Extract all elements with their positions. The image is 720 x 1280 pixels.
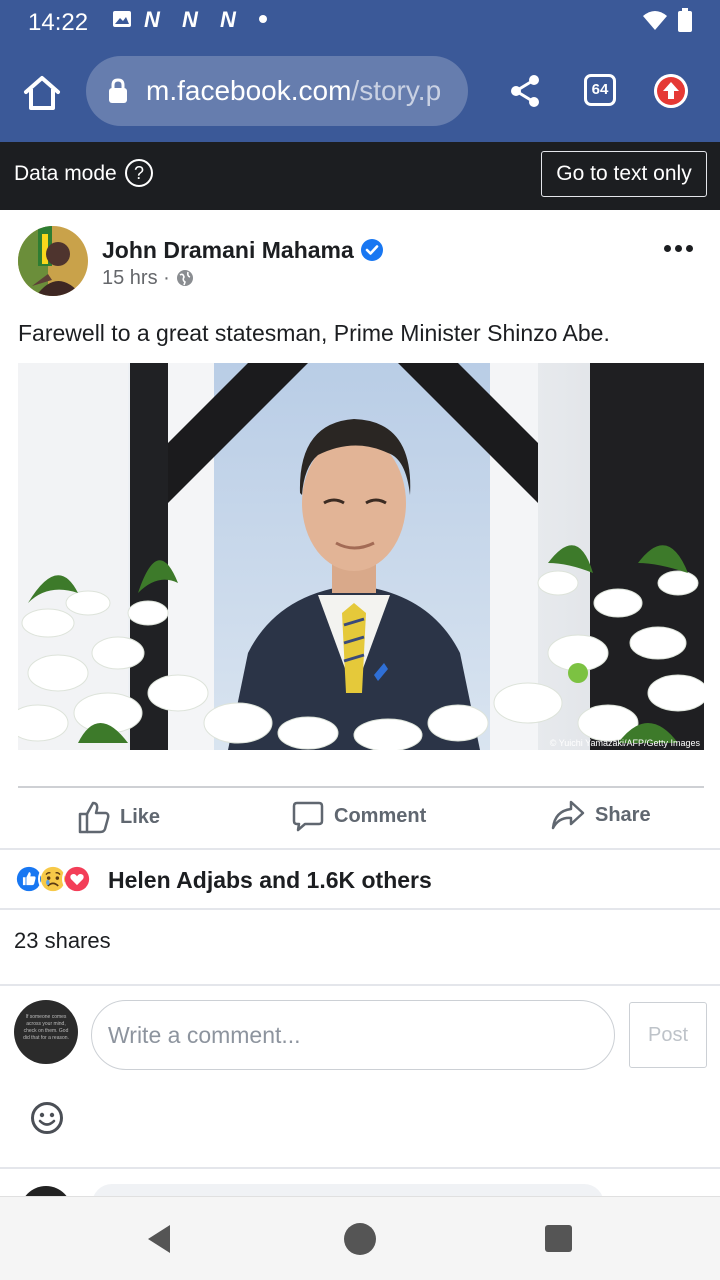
shares-count[interactable]: 23 shares bbox=[14, 928, 111, 954]
love-reaction-icon bbox=[62, 864, 92, 894]
current-user-avatar: If someone comes across your mind, check… bbox=[14, 1000, 78, 1064]
globe-icon bbox=[177, 270, 193, 286]
tab-switcher-button[interactable]: 64 bbox=[584, 74, 616, 106]
divider bbox=[0, 908, 720, 910]
share-post-button[interactable]: Share bbox=[551, 800, 651, 830]
n-icon: N bbox=[182, 8, 199, 30]
status-time: 14:22 bbox=[28, 9, 89, 36]
url-text: m.facebook.com/story.p bbox=[146, 75, 441, 107]
dot-icon bbox=[259, 15, 267, 23]
url-path: /story.p bbox=[351, 75, 442, 106]
url-bar[interactable]: m.facebook.com/story.p bbox=[86, 56, 468, 126]
url-domain: m.facebook.com bbox=[146, 75, 352, 106]
avatar-image bbox=[18, 226, 88, 296]
comment-icon bbox=[292, 801, 324, 832]
system-icons bbox=[642, 8, 692, 32]
post-actions: Like Comment Share bbox=[0, 790, 720, 848]
system-navigation-bar bbox=[0, 1196, 720, 1280]
emoji-icon[interactable] bbox=[30, 1101, 64, 1135]
battery-icon bbox=[678, 8, 692, 32]
recents-icon[interactable] bbox=[545, 1225, 572, 1252]
author-name[interactable]: John Dramani Mahama bbox=[102, 237, 354, 264]
post-time-separator: · bbox=[163, 267, 170, 289]
share-label: Share bbox=[595, 803, 651, 826]
divider bbox=[0, 984, 720, 986]
back-icon[interactable] bbox=[146, 1223, 172, 1255]
verified-badge-icon bbox=[361, 239, 383, 261]
memorial-portrait-image bbox=[18, 363, 704, 750]
comment-label: Comment bbox=[334, 804, 427, 827]
wifi-icon bbox=[643, 11, 667, 30]
reactions-summary[interactable]: Helen Adjabs and 1.6K others bbox=[108, 867, 432, 894]
n-icon: N bbox=[144, 8, 161, 30]
divider bbox=[0, 1167, 720, 1169]
home-nav-icon[interactable] bbox=[344, 1223, 376, 1255]
lock-icon bbox=[109, 78, 127, 103]
help-icon[interactable]: ? bbox=[125, 159, 153, 187]
svg-text:N: N bbox=[220, 8, 237, 30]
update-icon[interactable] bbox=[654, 74, 688, 108]
status-bar: 14:22 N N N bbox=[0, 0, 720, 44]
image-icon bbox=[113, 11, 131, 27]
svg-text:N: N bbox=[144, 8, 161, 30]
more-options-icon[interactable] bbox=[664, 245, 693, 252]
n-icon: N bbox=[220, 8, 237, 30]
like-label: Like bbox=[120, 805, 161, 828]
text-only-button[interactable]: Go to text only bbox=[541, 151, 707, 197]
post-timestamp[interactable]: 15 hrs · bbox=[102, 267, 170, 290]
notification-icons: N N N bbox=[112, 8, 268, 30]
post-time-text: 15 hrs bbox=[102, 267, 158, 289]
like-button[interactable]: Like bbox=[78, 800, 160, 834]
data-mode-bar: Data mode ? Go to text only bbox=[0, 142, 720, 210]
home-icon[interactable] bbox=[22, 74, 62, 112]
avatar-quote-text: If someone comes across your mind, check… bbox=[23, 1014, 69, 1041]
share-arrow-icon bbox=[551, 800, 585, 830]
browser-toolbar: m.facebook.com/story.p 64 bbox=[0, 44, 720, 142]
data-mode-label: Data mode bbox=[14, 162, 117, 185]
author-avatar[interactable] bbox=[18, 226, 88, 296]
comment-input[interactable] bbox=[91, 1000, 615, 1070]
photo-credit: © Yuichi Yamazaki/AFP/Getty Images bbox=[549, 738, 700, 748]
post-photo[interactable]: © Yuichi Yamazaki/AFP/Getty Images bbox=[18, 363, 704, 750]
divider bbox=[0, 848, 720, 850]
reaction-icons[interactable] bbox=[14, 864, 92, 894]
post-comment-button[interactable]: Post bbox=[629, 1002, 707, 1068]
divider bbox=[18, 786, 704, 788]
share-icon[interactable] bbox=[508, 74, 542, 108]
like-icon bbox=[78, 801, 110, 834]
post-text: Farewell to a great statesman, Prime Min… bbox=[18, 320, 610, 346]
comment-button[interactable]: Comment bbox=[292, 800, 426, 832]
svg-text:N: N bbox=[182, 8, 199, 30]
